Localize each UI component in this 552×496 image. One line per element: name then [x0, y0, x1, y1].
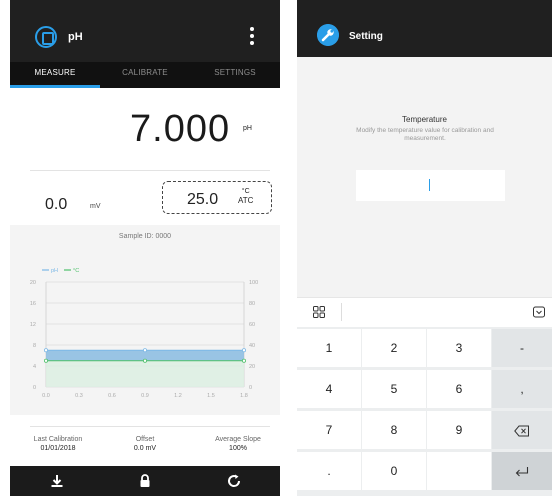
y-right-tick-label: 40 [249, 343, 255, 349]
measure-screen: pH MEASURE CALIBRATE SETTINGS 7.000 pH 0… [10, 0, 280, 496]
x-tick-label: 0.9 [141, 393, 149, 399]
temperature-mode: ATC [238, 196, 254, 205]
text-cursor [429, 179, 430, 191]
data-point [241, 348, 246, 353]
y-left-tick-label: 20 [30, 280, 36, 286]
tab-settings[interactable]: SETTINGS [190, 62, 280, 88]
last-calibration-value: 01/01/2018 [40, 445, 76, 452]
chart-panel: Sample ID: 0000 0 0 4 20 8 40 12 60 16 80 20 100 0.0… [10, 225, 280, 415]
temperature-area [46, 360, 244, 387]
refresh-icon[interactable] [226, 473, 242, 489]
data-point [44, 348, 49, 353]
divider [30, 426, 270, 427]
offset-label: Offset [135, 436, 155, 443]
y-left-tick-label: 12 [30, 322, 36, 328]
temperature-dialog: Temperature Modify the temperature value… [297, 57, 552, 297]
temperature-input[interactable] [356, 170, 505, 201]
offset-value: 0.0 mV [133, 445, 157, 452]
key-7[interactable]: 7 [297, 411, 361, 449]
data-point [142, 358, 147, 363]
ph-reading: 7.000 [130, 108, 231, 150]
key-blank[interactable] [427, 452, 491, 490]
x-tick-label: 1.5 [207, 393, 215, 399]
x-tick-label: 1.2 [174, 393, 182, 399]
more-options-icon[interactable] [250, 27, 254, 45]
y-right-tick-label: 100 [249, 280, 258, 286]
lock-icon[interactable] [137, 473, 153, 489]
dialog-title: Temperature [402, 115, 447, 124]
y-right-tick-label: 80 [249, 301, 255, 307]
backspace-icon [514, 425, 529, 437]
wrench-icon [317, 24, 339, 46]
mv-reading: 0.0 [45, 196, 68, 213]
ph-temperature-chart: 0 0 4 20 8 40 12 60 16 80 20 100 0.0 0.3 0.6 0.9 1.2 1.5 1… [30, 268, 258, 399]
key-minus[interactable]: - [492, 329, 552, 367]
key-5[interactable]: 5 [362, 370, 426, 408]
save-icon[interactable] [49, 473, 65, 489]
ph-unit: pH [243, 125, 252, 132]
key-2[interactable]: 2 [362, 329, 426, 367]
tab-calibrate[interactable]: CALIBRATE [100, 62, 190, 88]
mv-unit: mV [90, 203, 101, 210]
apps-grid-icon[interactable] [313, 306, 325, 318]
key-4[interactable]: 4 [297, 370, 361, 408]
x-tick-label: 0.3 [75, 393, 83, 399]
y-left-tick-label: 4 [33, 364, 36, 370]
y-right-tick-label: 0 [249, 385, 252, 391]
average-slope-value: 100% [229, 445, 247, 452]
key-decimal[interactable]: . [297, 452, 361, 490]
temperature-reading: 25.0 [187, 191, 219, 208]
y-right-tick-label: 60 [249, 322, 255, 328]
x-tick-label: 0.6 [108, 393, 116, 399]
key-comma[interactable]: , [492, 370, 552, 408]
ph-meter-icon [35, 26, 57, 48]
data-point [44, 358, 49, 363]
legend-label: pH [51, 268, 58, 274]
numeric-keyboard: 1 2 3 - 4 5 6 , 7 8 9 . 0 [297, 327, 552, 496]
key-1[interactable]: 1 [297, 329, 361, 367]
x-tick-label: 1.8 [240, 393, 248, 399]
key-6[interactable]: 6 [427, 370, 491, 408]
dialog-description: Modify the temperature value for calibra… [356, 127, 494, 142]
average-slope-label: Average Slope [215, 436, 261, 443]
temperature-unit-block: °C ATC [238, 187, 253, 206]
legend-label: °C [73, 268, 79, 274]
bottom-action-bar [10, 466, 280, 496]
y-left-tick-label: 8 [33, 343, 36, 349]
y-left-tick-label: 16 [30, 301, 36, 307]
active-tab-indicator [10, 85, 100, 88]
toolbar-separator [341, 303, 342, 321]
last-calibration-label: Last Calibration [33, 436, 83, 443]
app-title: pH [68, 31, 83, 43]
key-3[interactable]: 3 [427, 329, 491, 367]
data-point [142, 348, 147, 353]
key-8[interactable]: 8 [362, 411, 426, 449]
setting-screen: Setting Temperature Modify the temperatu… [297, 0, 552, 496]
app-bar: Setting [297, 0, 552, 57]
app-bar: pH [10, 0, 280, 62]
key-enter[interactable] [492, 452, 552, 490]
hide-keyboard-icon[interactable] [533, 306, 545, 318]
y-right-tick-label: 20 [249, 364, 255, 370]
y-left-tick-label: 0 [33, 385, 36, 391]
last-calibration: Last Calibration 01/01/2018 [20, 436, 96, 452]
divider [30, 170, 270, 171]
key-backspace[interactable] [492, 411, 552, 449]
temperature-unit: °C [241, 188, 250, 195]
tab-bar: MEASURE CALIBRATE SETTINGS [10, 62, 280, 88]
enter-icon [515, 466, 529, 477]
key-0[interactable]: 0 [362, 452, 426, 490]
offset: Offset 0.0 mV [110, 436, 180, 452]
data-point [241, 358, 246, 363]
page-title: Setting [349, 31, 383, 42]
temperature-button[interactable]: 25.0 °C ATC [162, 181, 272, 214]
x-tick-label: 0.0 [42, 393, 50, 399]
keyboard-toolbar [297, 297, 552, 327]
average-slope: Average Slope 100% [200, 436, 276, 452]
key-9[interactable]: 9 [427, 411, 491, 449]
